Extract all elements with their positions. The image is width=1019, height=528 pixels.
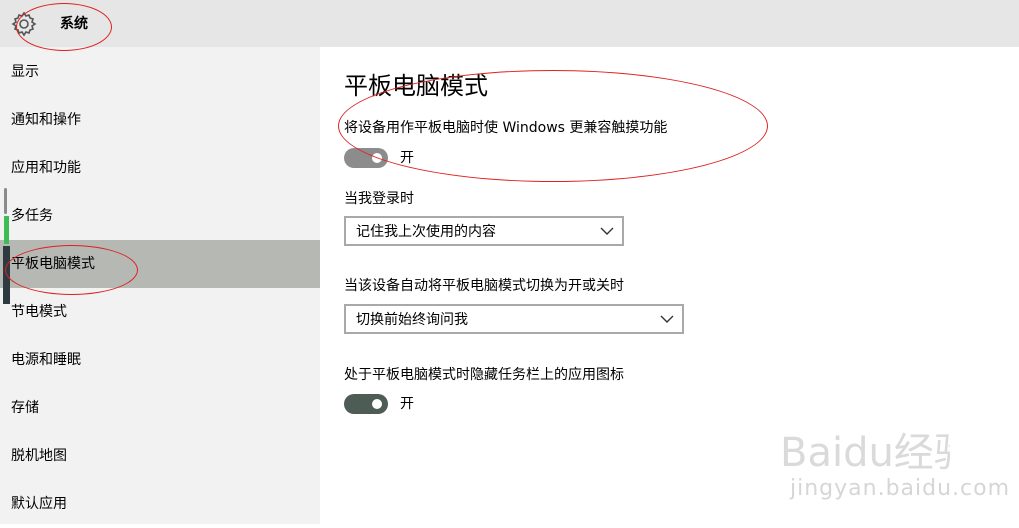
switch-dropdown-value: 切换前始终询问我 (356, 312, 468, 328)
sidebar-item-notifications[interactable]: 通知和操作 (0, 96, 320, 144)
touch-setting-label: 将设备用作平板电脑时使 Windows 更兼容触摸功能 (344, 120, 668, 136)
scrollbar-thumb[interactable] (4, 188, 7, 214)
page-title: 平板电脑模式 (344, 72, 488, 100)
taskbar-toggle[interactable] (344, 394, 388, 414)
sidebar-item-display[interactable]: 显示 (0, 48, 320, 96)
switch-setting-label: 当该设备自动将平板电脑模式切换为开或关时 (344, 278, 624, 294)
toggle-knob (372, 399, 382, 409)
touch-toggle[interactable] (344, 148, 388, 168)
sidebar-item-power-sleep[interactable]: 电源和睡眠 (0, 336, 320, 384)
signin-dropdown-value: 记住我上次使用的内容 (356, 224, 496, 240)
signin-setting-label: 当我登录时 (344, 191, 414, 207)
sidebar-item-apps-features[interactable]: 应用和功能 (0, 144, 320, 192)
taskbar-setting-label: 处于平板电脑模式时隐藏任务栏上的应用图标 (344, 367, 624, 383)
sidebar-item-multitasking[interactable]: 多任务 (0, 192, 320, 240)
baidu-watermark-logo: Baidu经验 (780, 430, 950, 476)
sidebar-item-storage[interactable]: 存储 (0, 384, 320, 432)
watermark-brand: Baidu经验 (780, 430, 950, 476)
sidebar-item-tablet-mode[interactable]: 平板电脑模式 (0, 240, 320, 288)
signin-dropdown[interactable]: 记住我上次使用的内容 (344, 216, 624, 246)
taskbar-toggle-state: 开 (400, 396, 414, 412)
sidebar-item-offline-maps[interactable]: 脱机地图 (0, 432, 320, 480)
app-title: 系统 (60, 16, 88, 32)
chevron-down-icon (660, 315, 674, 323)
scrollbar-indicator (4, 216, 9, 244)
switch-dropdown[interactable]: 切换前始终询问我 (344, 304, 684, 334)
chevron-down-icon (600, 227, 614, 235)
sidebar-item-battery-saver[interactable]: 节电模式 (0, 288, 320, 336)
toggle-knob (372, 153, 382, 163)
touch-toggle-state: 开 (400, 150, 414, 166)
watermark-url: jingyan.baidu.com (790, 476, 1011, 501)
title-bar: 系统 (0, 0, 1019, 47)
sidebar-item-default-apps[interactable]: 默认应用 (0, 480, 320, 528)
scrollbar-track[interactable] (3, 246, 10, 304)
gear-icon (11, 11, 37, 37)
sidebar-scrollbar[interactable] (2, 188, 10, 304)
